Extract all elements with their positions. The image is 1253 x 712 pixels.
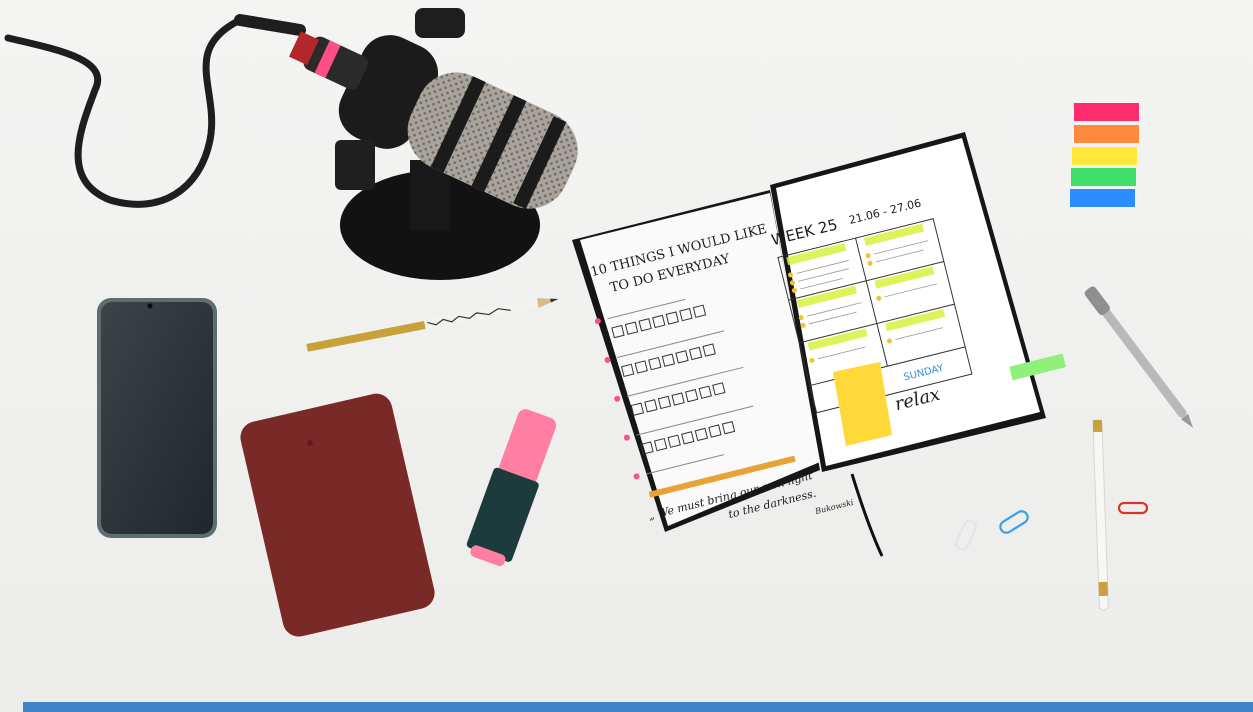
sticky-flag-tabs [1070, 103, 1139, 207]
bottom-accent-bar [23, 702, 1253, 712]
desk-photo-scene: 10 THINGS I WOULD LIKE TO DO EVERYDAY „ … [0, 0, 1253, 712]
smartphone [97, 298, 217, 538]
